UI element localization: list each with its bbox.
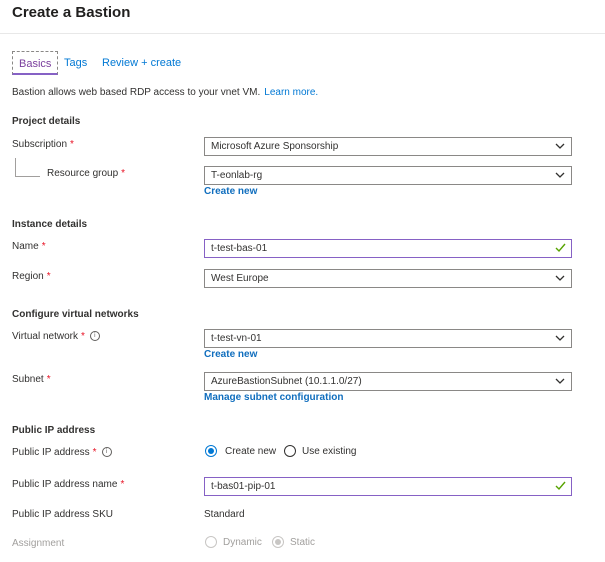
assignment-label: Assignment bbox=[12, 538, 65, 549]
required-marker: * bbox=[121, 168, 126, 179]
manage-subnet-link[interactable]: Manage subnet configuration bbox=[204, 392, 343, 403]
public-ip-radio-group: Create new Use existing bbox=[204, 444, 404, 460]
region-value: West Europe bbox=[211, 273, 269, 284]
chevron-down-icon bbox=[555, 335, 565, 341]
intro-description: Bastion allows web based RDP access to y… bbox=[12, 87, 261, 98]
public-ip-sku-label: Public IP address SKU bbox=[12, 509, 113, 520]
name-label-text: Name bbox=[12, 241, 39, 252]
required-marker: * bbox=[70, 139, 74, 150]
page-title: Create a Bastion bbox=[12, 4, 131, 21]
use-existing-option-label: Use existing bbox=[302, 446, 357, 457]
name-input[interactable]: t-test-bas-01 bbox=[204, 239, 572, 258]
public-ip-name-value: t-bas01-pip-01 bbox=[211, 481, 276, 492]
required-marker: * bbox=[46, 374, 51, 385]
subscription-label-text: Subscription bbox=[12, 139, 68, 150]
chevron-down-icon bbox=[555, 378, 565, 384]
subnet-dropdown[interactable]: AzureBastionSubnet (10.1.1.0/27) bbox=[204, 372, 572, 391]
subnet-value: AzureBastionSubnet (10.1.1.0/27) bbox=[211, 376, 362, 387]
tab-review-create[interactable]: Review + create bbox=[96, 51, 187, 75]
name-value: t-test-bas-01 bbox=[211, 243, 268, 254]
public-ip-sku-value: Standard bbox=[204, 509, 245, 520]
public-ip-name-input[interactable]: t-bas01-pip-01 bbox=[204, 477, 572, 496]
public-ip-name-label: Public IP address name * bbox=[12, 479, 124, 490]
section-public-ip: Public IP address bbox=[12, 425, 96, 436]
resource-group-label-text: Resource group bbox=[47, 168, 119, 179]
subnet-label-text: Subnet bbox=[12, 374, 44, 385]
radio-create-new[interactable] bbox=[205, 445, 217, 457]
assignment-radio-group: Dynamic Static bbox=[204, 535, 404, 551]
required-marker: * bbox=[41, 241, 46, 252]
resource-group-dropdown[interactable]: T-eonlab-rg bbox=[204, 166, 572, 185]
public-ip-name-label-text: Public IP address name bbox=[12, 479, 118, 490]
section-instance-details: Instance details bbox=[12, 219, 88, 230]
create-new-vnet-link[interactable]: Create new bbox=[204, 349, 257, 360]
intro-text: Bastion allows web based RDP access to y… bbox=[12, 87, 318, 98]
subscription-dropdown[interactable]: Microsoft Azure Sponsorship bbox=[204, 137, 572, 156]
virtual-network-value: t-test-vn-01 bbox=[211, 333, 262, 344]
chevron-down-icon bbox=[555, 172, 565, 178]
public-ip-label-text: Public IP address bbox=[12, 447, 90, 458]
virtual-network-label: Virtual network * i bbox=[12, 331, 100, 342]
info-icon[interactable]: i bbox=[101, 447, 112, 458]
required-marker: * bbox=[46, 271, 51, 282]
subnet-label: Subnet * bbox=[12, 374, 51, 385]
subscription-label: Subscription * bbox=[12, 139, 74, 150]
chevron-down-icon bbox=[555, 143, 565, 149]
section-virtual-networks: Configure virtual networks bbox=[12, 309, 139, 320]
checkmark-icon bbox=[555, 481, 566, 491]
radio-use-existing[interactable] bbox=[284, 445, 296, 457]
create-new-option-label: Create new bbox=[225, 446, 277, 457]
subscription-value: Microsoft Azure Sponsorship bbox=[211, 141, 339, 152]
learn-more-link[interactable]: Learn more. bbox=[264, 87, 318, 98]
region-label-text: Region bbox=[12, 271, 44, 282]
resource-group-value: T-eonlab-rg bbox=[211, 170, 263, 181]
required-marker: * bbox=[120, 479, 125, 490]
required-marker: * bbox=[80, 331, 85, 342]
radio-dynamic[interactable] bbox=[205, 536, 217, 548]
radio-static[interactable] bbox=[272, 536, 284, 548]
required-marker: * bbox=[92, 447, 97, 458]
static-option-label: Static bbox=[290, 537, 316, 548]
dynamic-option-label: Dynamic bbox=[223, 537, 262, 548]
checkmark-icon bbox=[555, 243, 566, 253]
header-divider bbox=[0, 33, 605, 34]
info-icon[interactable]: i bbox=[89, 331, 100, 342]
chevron-down-icon bbox=[555, 275, 565, 281]
region-dropdown[interactable]: West Europe bbox=[204, 269, 572, 288]
virtual-network-label-text: Virtual network bbox=[12, 331, 78, 342]
tree-connector bbox=[15, 158, 40, 177]
tab-basics[interactable]: Basics bbox=[12, 51, 59, 75]
name-label: Name * bbox=[12, 241, 46, 252]
public-ip-label: Public IP address * i bbox=[12, 447, 112, 458]
create-new-resource-group-link[interactable]: Create new bbox=[204, 186, 257, 197]
tab-tags[interactable]: Tags bbox=[58, 51, 93, 75]
virtual-network-dropdown[interactable]: t-test-vn-01 bbox=[204, 329, 572, 348]
section-project-details: Project details bbox=[12, 116, 81, 127]
region-label: Region * bbox=[12, 271, 51, 282]
resource-group-label: Resource group * bbox=[47, 168, 125, 179]
